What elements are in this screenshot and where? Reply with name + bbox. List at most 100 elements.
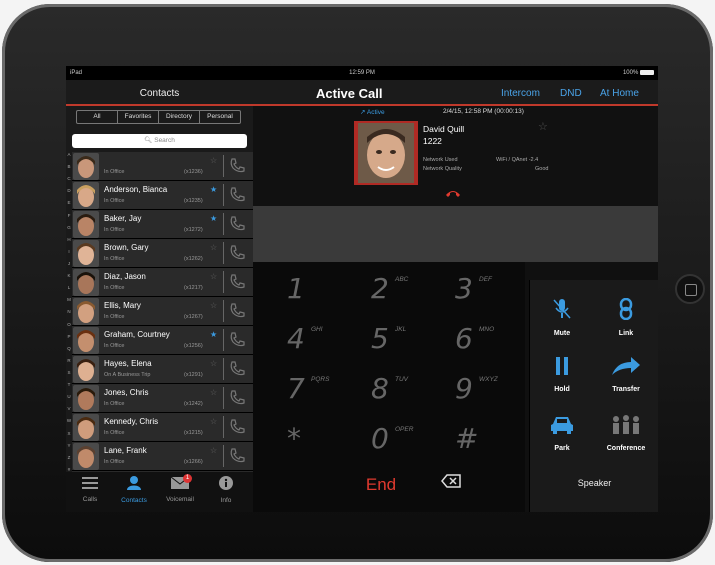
contact-extension: (x1242): [184, 401, 203, 407]
dial-key[interactable]: 4 GHI: [261, 316, 341, 370]
contact-name: Diaz, Jason: [104, 272, 146, 281]
contact-name: Brown, Gary: [104, 243, 149, 252]
dial-key[interactable]: 6 MNO: [429, 316, 509, 370]
star-outline-icon[interactable]: ☆: [210, 243, 217, 252]
contact-name: Baker, Jay: [104, 214, 142, 223]
intercom-button[interactable]: Intercom: [501, 88, 540, 99]
star-outline-icon[interactable]: ☆: [210, 417, 217, 426]
filter-favorites[interactable]: Favorites: [118, 111, 159, 123]
dial-key-letters: PQRS: [311, 376, 330, 383]
dial-key[interactable]: 3 DEF: [429, 266, 509, 320]
star-outline-icon[interactable]: ☆: [210, 156, 217, 165]
dial-key[interactable]: 1: [261, 266, 341, 320]
tab-info[interactable]: Info: [206, 476, 246, 504]
link-button[interactable]: Link: [594, 290, 658, 346]
star-outline-icon[interactable]: ☆: [210, 272, 217, 281]
phone-icon[interactable]: [228, 244, 246, 262]
contact-row[interactable]: Jones, Chris In Office (x1242) ☆: [72, 384, 253, 413]
contact-row[interactable]: Baker, Jay In Office (x1272) ★: [72, 210, 253, 239]
dial-key-number: #: [455, 422, 479, 455]
hold-label: Hold: [554, 386, 570, 393]
phone-icon[interactable]: [228, 157, 246, 175]
contact-row[interactable]: Anderson, Bianca In Office (x1235) ★: [72, 181, 253, 210]
divider: [223, 387, 224, 409]
avatar: [73, 414, 99, 441]
star-outline-icon[interactable]: ☆: [210, 359, 217, 368]
hangup-icon[interactable]: [445, 188, 461, 198]
dial-key[interactable]: 2 ABC: [345, 266, 425, 320]
tab-bar: Calls Contacts 1 Voicemail Info: [66, 472, 253, 512]
phone-icon[interactable]: [228, 418, 246, 436]
divider: [223, 358, 224, 380]
phone-icon[interactable]: [228, 215, 246, 233]
contact-row[interactable]: Hayes, Elena On A Business Trip (x1291) ☆: [72, 355, 253, 384]
contact-row[interactable]: Ellis, Mary In Office (x1267) ☆: [72, 297, 253, 326]
divider: [223, 155, 224, 177]
contact-row[interactable]: Brown, Gary In Office (x1262) ☆: [72, 239, 253, 268]
status-bar: iPad 12:59 PM 100%: [66, 66, 658, 80]
phone-icon[interactable]: [228, 447, 246, 465]
filter-all[interactable]: All: [77, 111, 118, 123]
home-button[interactable]: [675, 274, 705, 304]
link-label: Link: [618, 330, 634, 337]
dial-key[interactable]: 0 OPER: [345, 416, 425, 470]
dial-key-letters: GHI: [311, 326, 323, 333]
end-call-button[interactable]: End: [341, 470, 421, 500]
star-outline-icon[interactable]: ☆: [210, 388, 217, 397]
avatar: [73, 269, 99, 296]
contact-row[interactable]: Diaz, Jason In Office (x1217) ☆: [72, 268, 253, 297]
conference-button[interactable]: Conference: [594, 407, 658, 463]
tab-calls[interactable]: Calls: [70, 476, 110, 503]
dial-key[interactable]: *: [261, 416, 341, 470]
filter-personal[interactable]: Personal: [200, 111, 240, 123]
conference-group-icon: [613, 415, 639, 434]
phone-icon[interactable]: [228, 273, 246, 291]
contact-status: In Office: [104, 430, 125, 436]
dial-key[interactable]: #: [429, 416, 509, 470]
person-icon: [127, 476, 141, 490]
search-input[interactable]: 🔍︎ Search: [72, 134, 247, 148]
contact-row[interactable]: Kennedy, Chris In Office (x1215) ☆: [72, 413, 253, 442]
divider: [223, 242, 224, 264]
battery-percent: 100%: [622, 70, 639, 77]
contact-row[interactable]: Graham, Courtney In Office (x1256) ★: [72, 326, 253, 355]
tab-contacts[interactable]: Contacts: [114, 476, 154, 504]
dial-key[interactable]: 8 TUV: [345, 366, 425, 420]
phone-icon[interactable]: [228, 302, 246, 320]
star-outline-icon[interactable]: ☆: [210, 446, 217, 455]
filter-directory[interactable]: Directory: [159, 111, 200, 123]
screen: iPad 12:59 PM 100% Contacts Active Call …: [66, 66, 658, 512]
dnd-button[interactable]: DND: [560, 88, 582, 99]
favorite-star-icon[interactable]: ☆: [538, 120, 548, 133]
star-filled-icon[interactable]: ★: [210, 214, 217, 223]
backspace-icon[interactable]: [441, 474, 461, 488]
mute-button[interactable]: Mute: [530, 290, 594, 346]
contact-name: Kennedy, Chris: [104, 417, 159, 426]
call-datetime: 2/4/15, 12:58 PM (00:00:13): [443, 108, 524, 115]
park-button[interactable]: Park: [530, 407, 594, 463]
phone-icon[interactable]: [228, 331, 246, 349]
contact-extension: (x1256): [184, 343, 203, 349]
at-home-button[interactable]: At Home: [600, 88, 639, 99]
avatar: [73, 443, 99, 470]
transfer-button[interactable]: Transfer: [594, 348, 658, 404]
dial-key[interactable]: 7 PQRS: [261, 366, 341, 420]
speaker-button[interactable]: Speaker: [530, 478, 658, 488]
tab-voicemail[interactable]: 1 Voicemail: [160, 474, 200, 503]
dial-key[interactable]: 9 WXYZ: [429, 366, 509, 420]
dial-key[interactable]: 5 JKL: [345, 316, 425, 370]
divider: [223, 213, 224, 235]
contact-row[interactable]: Lane, Frank In Office (x1266) ☆: [72, 442, 253, 471]
phone-icon[interactable]: [228, 389, 246, 407]
star-filled-icon[interactable]: ★: [210, 330, 217, 339]
contact-status: In Office: [104, 169, 125, 175]
hold-button[interactable]: Hold: [530, 348, 594, 404]
contact-row[interactable]: In Office (x1236) ☆: [72, 152, 253, 181]
phone-icon[interactable]: [228, 186, 246, 204]
star-filled-icon[interactable]: ★: [210, 185, 217, 194]
avatar: [73, 356, 99, 383]
star-outline-icon[interactable]: ☆: [210, 301, 217, 310]
phone-icon[interactable]: [228, 360, 246, 378]
transfer-arrow-icon: [612, 357, 640, 375]
tab-info-label: Info: [220, 497, 232, 504]
